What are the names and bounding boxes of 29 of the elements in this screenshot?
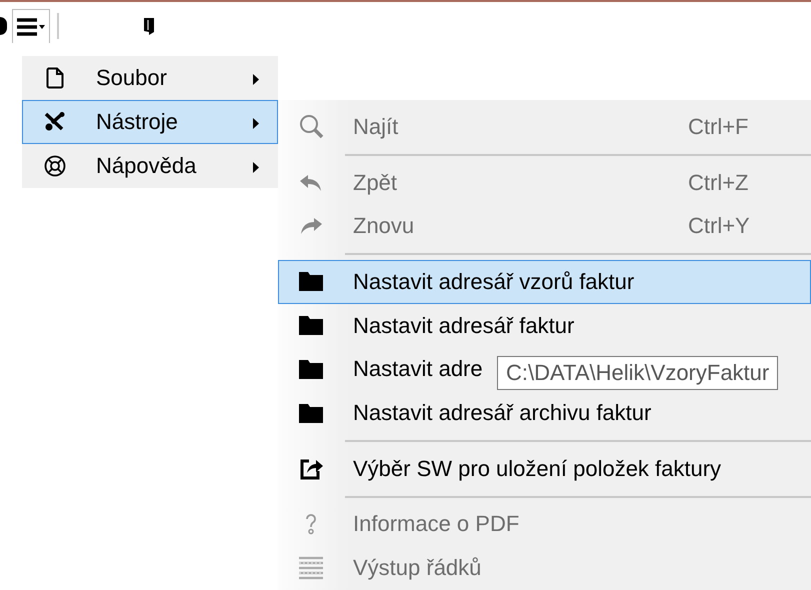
menu-item[interactable]: Nastavit adresář faktur [278, 304, 576, 348]
bookmark-icon[interactable] [144, 18, 154, 34]
lifebuoy-icon [44, 155, 66, 177]
menu-item[interactable]: Výběr SW pro uložení položek faktury [278, 446, 722, 491]
redo-arrow-icon [300, 218, 322, 234]
folder-icon [299, 360, 323, 379]
menu-icon [17, 18, 37, 36]
question-mark-icon [304, 513, 318, 536]
shortcut-label: Ctrl+F [688, 114, 750, 140]
menu-item[interactable]: Nastavit adresář archivu faktur [278, 391, 652, 435]
tooltip: C:\DATA\Helik\VzoryFaktur [497, 356, 778, 390]
search-icon [298, 114, 324, 140]
wrench-screwdriver-icon [44, 112, 66, 132]
menu-button[interactable] [12, 9, 50, 43]
undo-arrow-icon [300, 174, 322, 191]
shortcut-label: Ctrl+Z [688, 170, 750, 196]
menu-item[interactable]: Soubor [22, 56, 278, 100]
lines-icon [299, 556, 323, 580]
folder-icon [299, 404, 323, 423]
folder-icon [299, 272, 323, 292]
shortcut-label: Ctrl+Y [688, 213, 751, 240]
page-icon [46, 67, 64, 89]
menu-item[interactable]: Nástroje [22, 100, 278, 144]
menu-item[interactable]: Nastavit adresář vzorů faktur [278, 260, 811, 304]
caret-icon [39, 24, 45, 28]
menu-item[interactable]: Nápověda [22, 144, 278, 188]
menu-item[interactable]: Nastavit adre [278, 348, 484, 392]
share-icon [299, 456, 323, 481]
folder-icon [299, 316, 323, 336]
